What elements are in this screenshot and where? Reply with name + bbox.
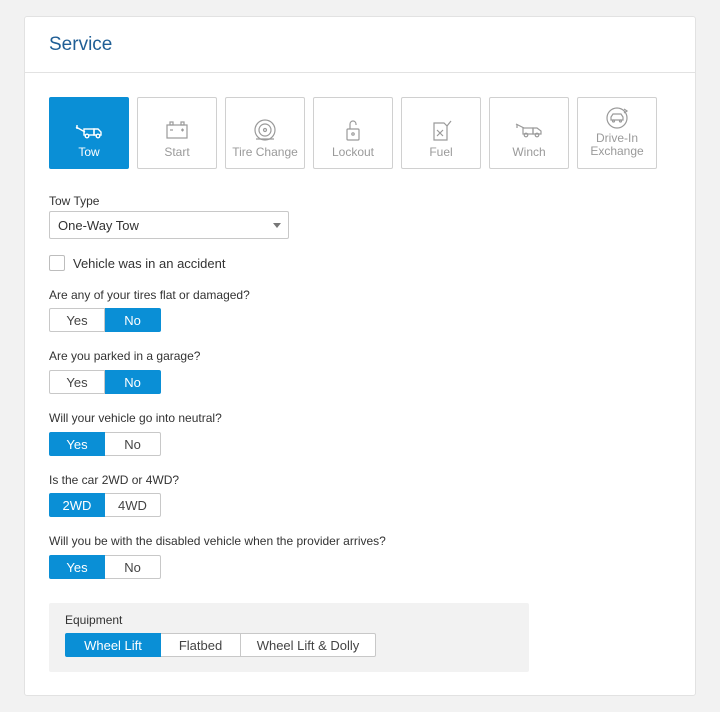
question-present-label: Will you be with the disabled vehicle wh…	[49, 534, 386, 548]
question-neutral-label: Will your vehicle go into neutral?	[49, 411, 222, 425]
battery-icon	[166, 121, 188, 139]
neutral-no-button[interactable]: No	[105, 432, 161, 456]
service-card: Service Tow Start Tire Change Lockout Fu…	[24, 16, 696, 696]
accident-checkbox-label: Vehicle was in an accident	[73, 255, 226, 271]
service-start-label: Start	[164, 145, 190, 159]
question-tires-label: Are any of your tires flat or damaged?	[49, 288, 250, 302]
service-drive-in-exchange-button[interactable]: Drive-In Exchange	[577, 97, 657, 169]
accident-checkbox[interactable]	[49, 255, 65, 271]
service-winch-label: Winch	[512, 145, 546, 159]
tire-icon	[254, 119, 276, 141]
fuel-can-icon	[433, 120, 452, 141]
service-fuel-label: Fuel	[429, 145, 453, 159]
accident-checkbox-row[interactable]: Vehicle was in an accident	[49, 255, 225, 271]
question-present-toggle: Yes No	[49, 555, 161, 579]
service-winch-button[interactable]: Winch	[489, 97, 569, 169]
question-neutral-toggle: Yes No	[49, 432, 161, 456]
equipment-wheel-lift-button[interactable]: Wheel Lift	[65, 633, 161, 657]
service-tow-label: Tow	[78, 145, 100, 159]
card-header: Service	[25, 17, 695, 73]
present-yes-button[interactable]: Yes	[49, 555, 105, 579]
unlock-icon	[346, 120, 360, 141]
garage-no-button[interactable]: No	[105, 370, 161, 394]
question-drive-toggle: 2WD 4WD	[49, 493, 161, 517]
tow-truck-icon	[75, 125, 102, 139]
equipment-flatbed-button[interactable]: Flatbed	[161, 633, 241, 657]
service-lockout-label: Lockout	[331, 145, 375, 159]
question-tires-toggle: Yes No	[49, 308, 161, 332]
drive-2wd-button[interactable]: 2WD	[49, 493, 105, 517]
garage-yes-button[interactable]: Yes	[49, 370, 105, 394]
equipment-toggle: Wheel Lift Flatbed Wheel Lift & Dolly	[65, 633, 376, 657]
chevron-down-icon	[273, 223, 281, 228]
service-drive-in-label-line2: Exchange	[590, 144, 644, 158]
service-tow-button[interactable]: Tow	[49, 97, 129, 169]
present-no-button[interactable]: No	[105, 555, 161, 579]
drive-4wd-button[interactable]: 4WD	[105, 493, 161, 517]
tow-type-value: One-Way Tow	[58, 218, 139, 233]
question-garage-toggle: Yes No	[49, 370, 161, 394]
service-tire-change-button[interactable]: Tire Change	[225, 97, 305, 169]
service-start-button[interactable]: Start	[137, 97, 217, 169]
service-type-selector: Tow Start Tire Change Lockout Fuel Winch…	[49, 97, 665, 169]
tow-type-select[interactable]: One-Way Tow	[49, 211, 289, 239]
service-lockout-button[interactable]: Lockout	[313, 97, 393, 169]
service-fuel-button[interactable]: Fuel	[401, 97, 481, 169]
car-exchange-icon	[606, 107, 629, 129]
neutral-yes-button[interactable]: Yes	[49, 432, 105, 456]
equipment-panel: Equipment Wheel Lift Flatbed Wheel Lift …	[49, 603, 529, 672]
question-drive-label: Is the car 2WD or 4WD?	[49, 473, 180, 487]
equipment-label: Equipment	[65, 613, 123, 627]
page-title: Service	[49, 34, 113, 55]
tires-no-button[interactable]: No	[105, 308, 161, 332]
tow-type-label: Tow Type	[49, 194, 100, 208]
equipment-wheel-lift-dolly-button[interactable]: Wheel Lift & Dolly	[241, 633, 376, 657]
winch-truck-icon	[515, 123, 542, 138]
question-garage-label: Are you parked in a garage?	[49, 349, 201, 363]
service-tire-change-label: Tire Change	[232, 145, 298, 159]
tires-yes-button[interactable]: Yes	[49, 308, 105, 332]
